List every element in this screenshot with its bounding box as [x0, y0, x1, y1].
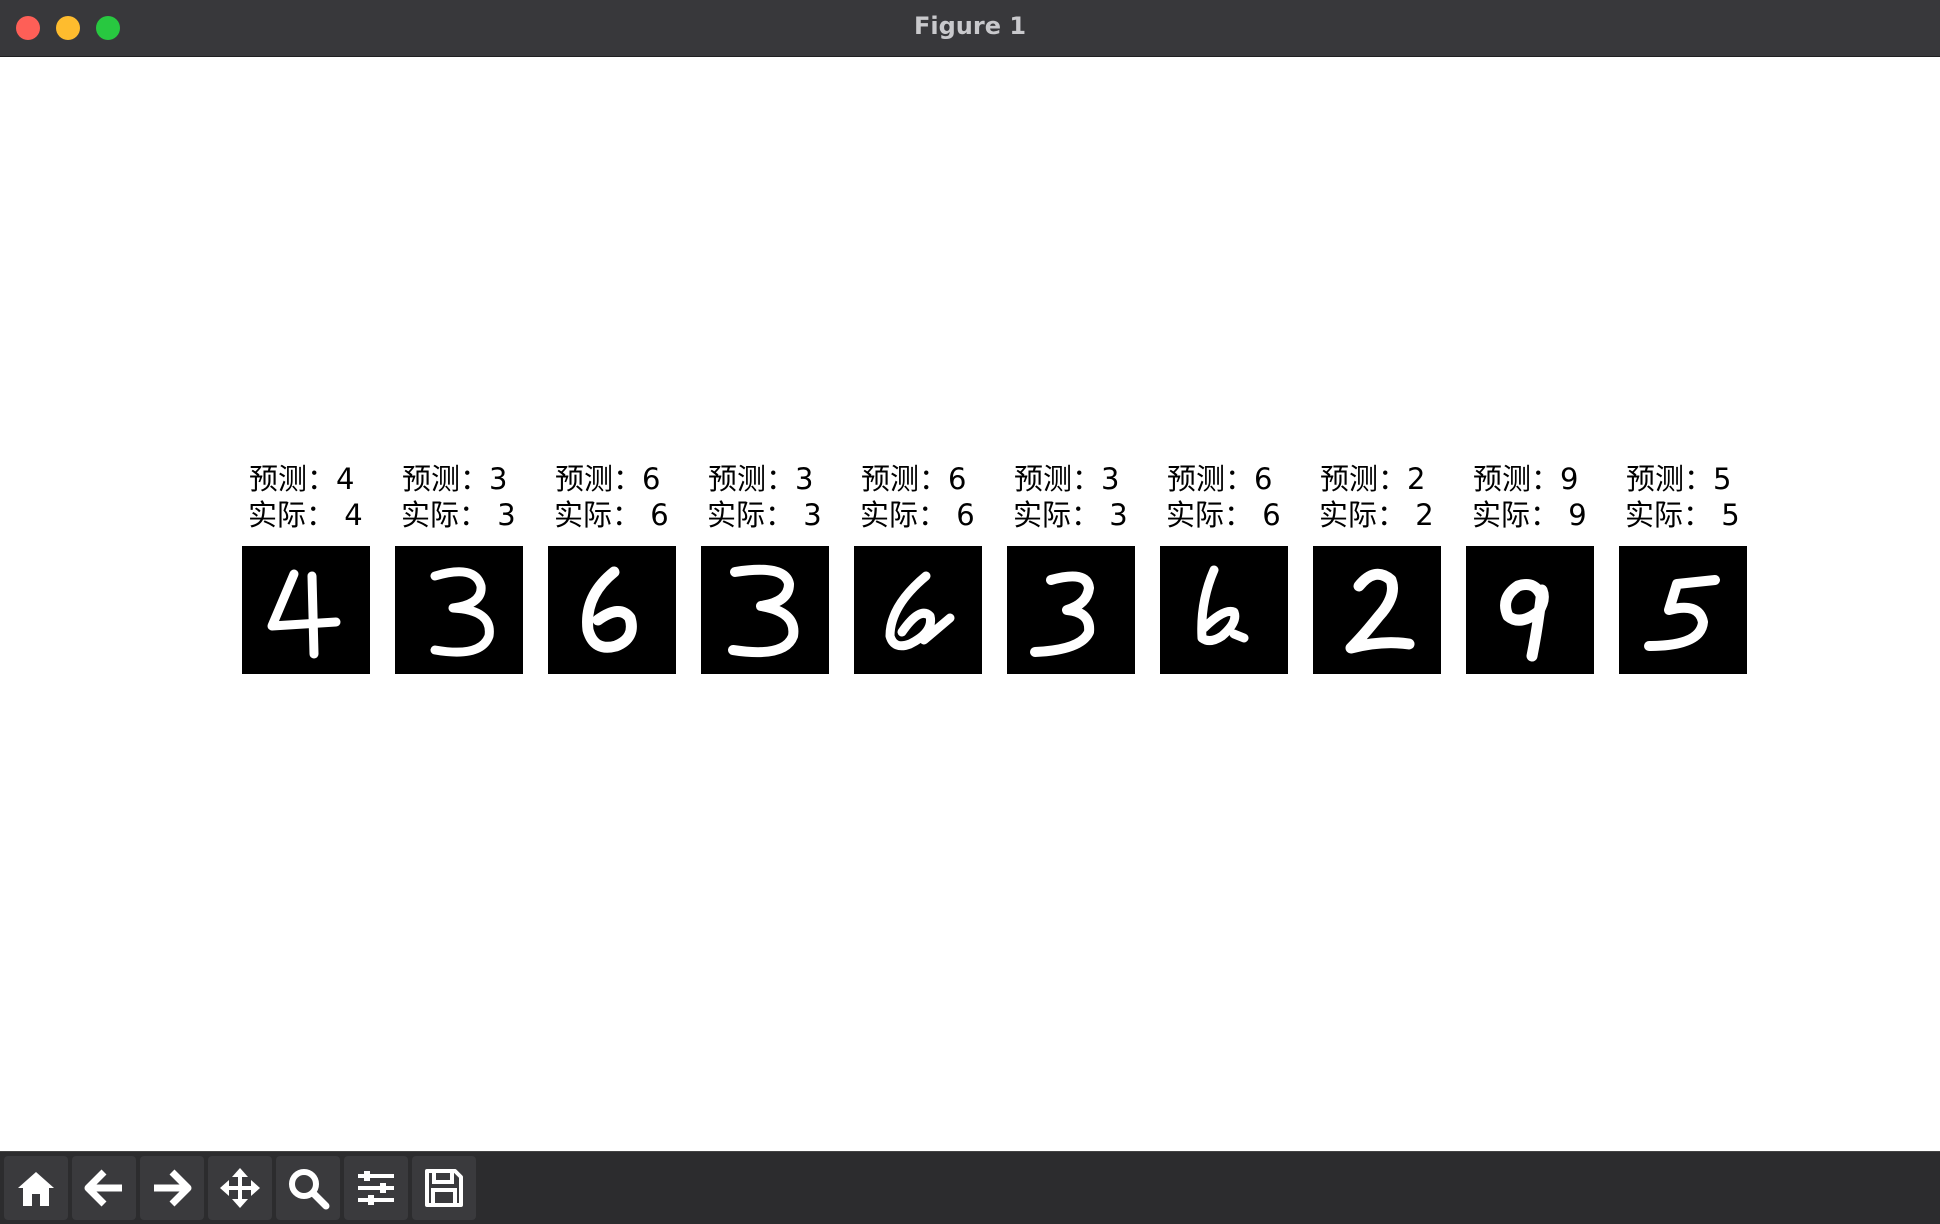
- back-button[interactable]: [72, 1156, 136, 1220]
- digit-image: [701, 546, 829, 674]
- digit-image: [1466, 546, 1594, 674]
- actual-label: 实际： 2: [1319, 498, 1434, 532]
- arrow-left-icon: [84, 1169, 122, 1207]
- actual-label: 实际： 3: [1013, 498, 1128, 532]
- prediction-label: 预测：3: [402, 462, 508, 496]
- actual-label: 实际： 4: [248, 498, 363, 532]
- actual-label: 实际： 5: [1625, 498, 1740, 532]
- figure-canvas[interactable]: 预测：4 实际： 4 预测：3 实际： 3 预测：6 实际： 6 预测：3 实际…: [0, 57, 1940, 1151]
- window-title: Figure 1: [913, 12, 1027, 40]
- title-bar[interactable]: Figure 1: [0, 0, 1940, 57]
- prediction-label: 预测：2: [1320, 462, 1426, 496]
- prediction-label: 预测：4: [249, 462, 355, 496]
- move-icon: [220, 1168, 260, 1208]
- navigation-toolbar: [0, 1151, 1940, 1224]
- digit-image: [548, 546, 676, 674]
- actual-label: 实际： 6: [860, 498, 975, 532]
- digit-image: [854, 546, 982, 674]
- configure-subplots-button[interactable]: [344, 1156, 408, 1220]
- prediction-label: 预测：6: [861, 462, 967, 496]
- prediction-label: 预测：6: [555, 462, 661, 496]
- actual-label: 实际： 3: [707, 498, 822, 532]
- figure-window: Figure 1 预测：4 实际： 4 预测：3 实际： 3 预测：6 实际： …: [0, 0, 1940, 1224]
- prediction-label: 预测：6: [1167, 462, 1273, 496]
- arrow-right-icon: [154, 1169, 192, 1207]
- actual-label: 实际： 9: [1472, 498, 1587, 532]
- zoom-button[interactable]: [276, 1156, 340, 1220]
- prediction-label: 预测：3: [1014, 462, 1120, 496]
- home-icon: [18, 1172, 54, 1206]
- zoom-icon: [289, 1169, 330, 1210]
- actual-label: 实际： 3: [401, 498, 516, 532]
- actual-label: 实际： 6: [554, 498, 669, 532]
- pan-button[interactable]: [208, 1156, 272, 1220]
- digit-image: [1619, 546, 1747, 674]
- digit-image: [1007, 546, 1135, 674]
- home-button[interactable]: [4, 1156, 68, 1220]
- digit-image: [242, 546, 370, 674]
- digit-image: [1313, 546, 1441, 674]
- sliders-icon: [358, 1171, 394, 1205]
- save-icon: [425, 1169, 463, 1207]
- actual-label: 实际： 6: [1166, 498, 1281, 532]
- save-button[interactable]: [412, 1156, 476, 1220]
- digit-image: [395, 546, 523, 674]
- prediction-label: 预测：5: [1626, 462, 1732, 496]
- prediction-label: 预测：3: [708, 462, 814, 496]
- forward-button[interactable]: [140, 1156, 204, 1220]
- prediction-label: 预测：9: [1473, 462, 1579, 496]
- digit-image: [1160, 546, 1288, 674]
